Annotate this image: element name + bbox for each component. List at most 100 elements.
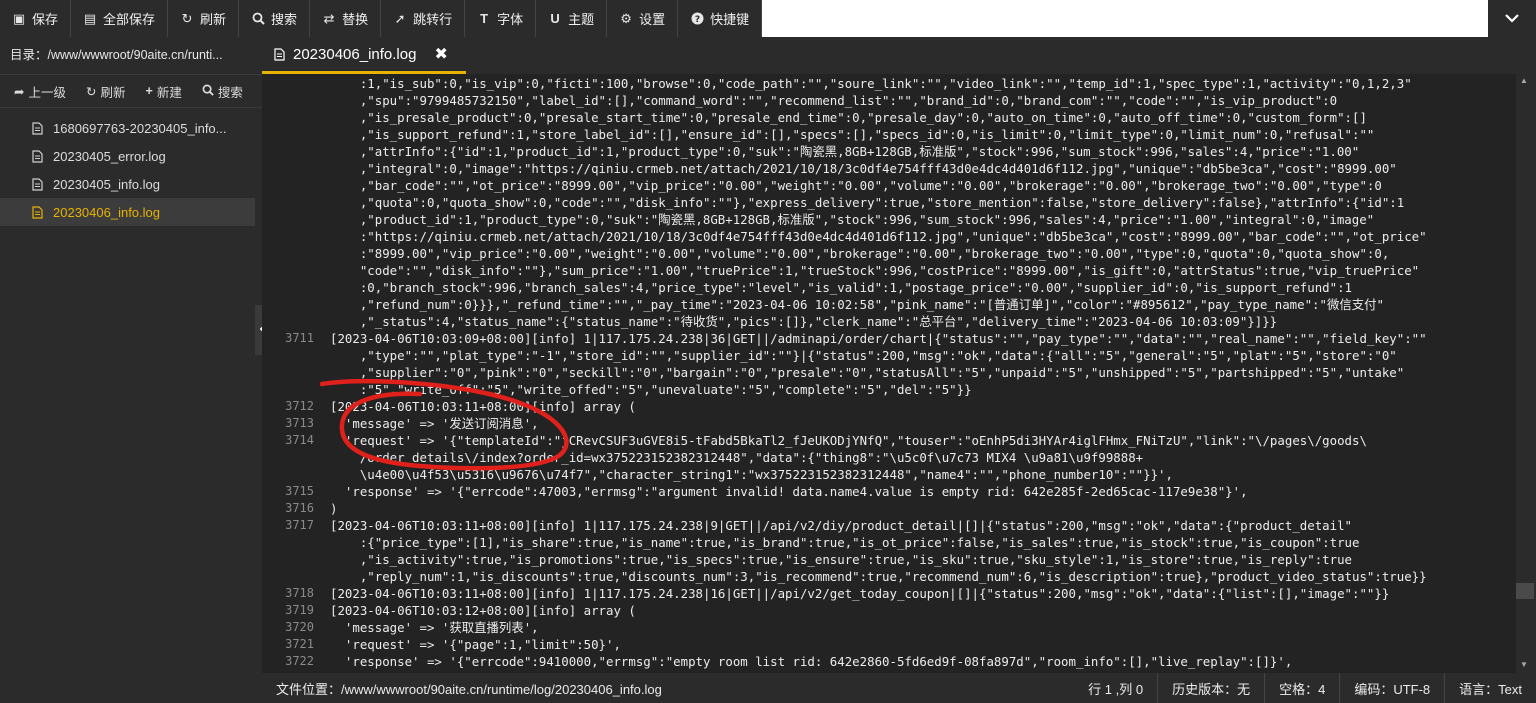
- code-line: ,"integral":0,"image":"https://qiniu.crm…: [262, 160, 1516, 177]
- encoding-setting[interactable]: 编码：UTF-8: [1339, 673, 1444, 703]
- code-line: ,"bar_code":"","ot_price":"8999.00","vip…: [262, 177, 1516, 194]
- code-line: 3719 [2023-04-06T10:03:12+08:00][info] ar…: [262, 602, 1516, 619]
- code-line: :"8999.00","vip_price":"0.00","weight":"…: [262, 245, 1516, 262]
- code-line: 3714 'request' => '{"templateId":"jCRevC…: [262, 432, 1516, 449]
- history-version[interactable]: 历史版本：无: [1157, 673, 1264, 703]
- language-setting[interactable]: 语言：Text: [1444, 673, 1536, 703]
- refresh-icon: ↻: [181, 10, 193, 26]
- file-name: 20230405_info.log: [53, 176, 160, 192]
- line-text: ,"refund_num":0}}},"_refund_time":"","_p…: [330, 297, 1384, 312]
- code-line: "code":"","disk_info":""},"sum_price":"1…: [262, 262, 1516, 279]
- line-text: "code":"","disk_info":""},"sum_price":"1…: [330, 263, 1420, 278]
- scroll-down-arrow-icon[interactable]: ▼: [1520, 660, 1528, 669]
- code-line: :"https://qiniu.crmeb.net/attach/2021/10…: [262, 228, 1516, 245]
- code-line: 3713 'message' => '发送订阅消息',: [262, 415, 1516, 432]
- line-text: [2023-04-06T10:03:11+08:00][info] 1|117.…: [330, 586, 1390, 601]
- font-label: 字体: [497, 12, 524, 27]
- line-number: 3712: [285, 399, 314, 413]
- line-text: 'response' => '{"errcode":47003,"errmsg"…: [330, 484, 1248, 499]
- save-all-icon: ▤: [83, 10, 97, 26]
- line-text: \u4e00\u4f53\u5316\u9676\u74f7","charact…: [330, 467, 1173, 482]
- theme-button[interactable]: U 主题: [536, 0, 608, 37]
- file-item[interactable]: 20230405_error.log: [0, 142, 262, 170]
- shortcuts-label: 快捷键: [710, 12, 750, 27]
- search-button[interactable]: 搜索: [239, 0, 311, 37]
- code-line: 3715 'response' => '{"errcode":47003,"er…: [262, 483, 1516, 500]
- close-icon[interactable]: ✖: [434, 44, 447, 64]
- save-icon: ▣: [12, 10, 26, 26]
- code-editor[interactable]: :1,"is_sub":0,"is_vip":0,"ficti":100,"br…: [262, 74, 1516, 673]
- replace-label: 替换: [342, 12, 369, 27]
- replace-button[interactable]: ⇄ 替换: [310, 0, 382, 37]
- sidebar-refresh-button[interactable]: ↻ 刷新: [76, 82, 136, 101]
- line-text: /order_details\/index?order_id=wx3752231…: [330, 450, 1144, 465]
- toolbar-spacer: [762, 0, 1488, 37]
- save-all-button[interactable]: ▤ 全部保存: [71, 0, 169, 37]
- goto-line-button[interactable]: ➚ 跳转行: [381, 0, 466, 37]
- line-text: :"https://qiniu.crmeb.net/attach/2021/10…: [330, 229, 1427, 244]
- gear-icon: ⚙: [620, 10, 632, 26]
- line-text: ,"quota":0,"quota_show":0,"code":"","dis…: [330, 195, 1405, 210]
- code-line: \u4e00\u4f53\u5316\u9676\u74f7","charact…: [262, 466, 1516, 483]
- font-button[interactable]: T 字体: [465, 0, 537, 37]
- collapse-toolbar-button[interactable]: [1488, 0, 1536, 37]
- up-level-label: 上一级: [28, 85, 66, 100]
- line-text: [2023-04-06T10:03:11+08:00][info] 1|117.…: [330, 518, 1352, 533]
- shortcuts-button[interactable]: ? 快捷键: [678, 0, 763, 37]
- code-line: 3721 'request' => '{"page":1,"limit":50}…: [262, 636, 1516, 653]
- plus-icon: +: [145, 84, 153, 98]
- settings-button[interactable]: ⚙ 设置: [607, 0, 679, 37]
- refresh-button[interactable]: ↻ 刷新: [168, 0, 240, 37]
- code-line: /order_details\/index?order_id=wx3752231…: [262, 449, 1516, 466]
- scroll-up-arrow-icon[interactable]: ▲: [1520, 76, 1528, 85]
- code-line: :"5","write_off":"5","write_offed":"5","…: [262, 381, 1516, 398]
- new-file-button[interactable]: + 新建: [136, 82, 192, 101]
- code-line: ,"attrInfo":{"id":1,"product_id":1,"prod…: [262, 143, 1516, 160]
- line-number: 3716: [285, 501, 314, 515]
- line-number: 3722: [285, 654, 314, 668]
- file-icon: [32, 205, 43, 219]
- goto-line-label: 跳转行: [413, 12, 453, 27]
- line-text: 'request' => '{"templateId":"jCRevCSUF3u…: [330, 433, 1367, 448]
- code-line: ,"supplier":"0","pink":"0","seckill":"0"…: [262, 364, 1516, 381]
- indent-setting[interactable]: 空格：4: [1264, 673, 1339, 703]
- code-line: :{"price_type":[1],"is_share":true,"is_n…: [262, 534, 1516, 551]
- code-line: 3712 [2023-04-06T10:03:11+08:00][info] ar…: [262, 398, 1516, 415]
- line-text: ,"attrInfo":{"id":1,"product_id":1,"prod…: [330, 144, 1360, 159]
- file-name: 20230406_info.log: [53, 204, 160, 220]
- code-line: ,"spu":"9799485732150","label_id":[],"co…: [262, 92, 1516, 109]
- code-line: 3720 'message' => '获取直播列表',: [262, 619, 1516, 636]
- code-line: 3717 [2023-04-06T10:03:11+08:00][info] 1|…: [262, 517, 1516, 534]
- line-number: 3713: [285, 416, 314, 430]
- code-line: 3711 [2023-04-06T10:03:09+08:00][info] 1|…: [262, 330, 1516, 347]
- up-level-button[interactable]: ➦ 上一级: [4, 82, 76, 101]
- file-item[interactable]: 1680697763-20230405_info...: [0, 114, 262, 142]
- save-button[interactable]: ▣ 保存: [0, 0, 72, 37]
- tab-current-file[interactable]: 20230406_info.log ✖: [262, 37, 466, 74]
- line-text: :1,"is_sub":0,"is_vip":0,"ficti":100,"br…: [330, 76, 1412, 91]
- line-text: 'request' => '{"page":1,"limit":50}',: [330, 637, 621, 652]
- code-line: ,"refund_num":0}}},"_refund_time":"","_p…: [262, 296, 1516, 313]
- save-label: 保存: [32, 12, 59, 27]
- code-line: 3718 [2023-04-06T10:03:11+08:00][info] 1|…: [262, 585, 1516, 602]
- code-line: ,"reply_num":1,"is_discounts":true,"disc…: [262, 568, 1516, 585]
- file-location: 文件位置：/www/wwwroot/90aite.cn/runtime/log/…: [276, 681, 662, 697]
- status-bar: 文件位置：/www/wwwroot/90aite.cn/runtime/log/…: [262, 673, 1536, 703]
- save-all-label: 全部保存: [103, 12, 156, 27]
- scrollbar-thumb[interactable]: [1516, 583, 1534, 599]
- sidebar-search-button[interactable]: 搜索: [192, 82, 253, 101]
- file-icon: [32, 121, 43, 135]
- line-number: 3718: [285, 586, 314, 600]
- file-item[interactable]: 20230405_info.log: [0, 170, 262, 198]
- code-line: 3716): [262, 500, 1516, 517]
- goto-line-icon: ➚: [394, 10, 406, 26]
- line-text: ,"is_presale_product":0,"presale_start_t…: [330, 110, 1367, 125]
- code-line: :1,"is_sub":0,"is_vip":0,"ficti":100,"br…: [262, 75, 1516, 92]
- line-text: :"5","write_off":"5","write_offed":"5","…: [330, 382, 972, 397]
- cursor-position[interactable]: 行 1 ,列 0: [1074, 673, 1157, 703]
- line-number: 3720: [285, 620, 314, 634]
- line-text: ,"supplier":"0","pink":"0","seckill":"0"…: [330, 365, 1405, 380]
- file-name: 20230405_error.log: [53, 148, 166, 164]
- file-item-active[interactable]: 20230406_info.log: [0, 198, 255, 226]
- file-icon: [274, 47, 285, 61]
